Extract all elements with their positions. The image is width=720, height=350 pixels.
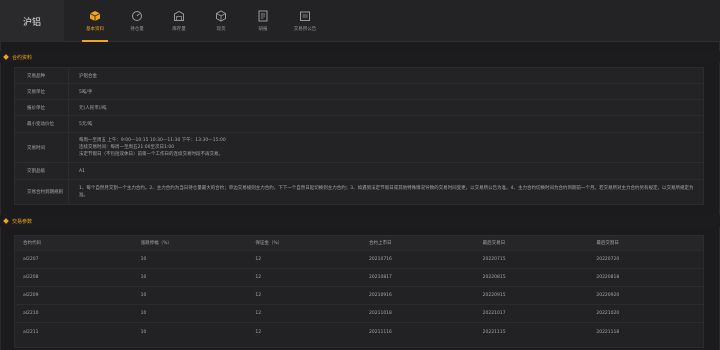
info-key: 交割品级 xyxy=(15,163,69,179)
table-cell: 12 xyxy=(255,257,262,262)
section-title: 合约资料 xyxy=(12,54,33,61)
gauge-icon xyxy=(132,11,142,21)
box-icon xyxy=(216,10,226,22)
info-value: 沪铝合金 xyxy=(79,73,97,79)
table-cell: al2211 xyxy=(23,329,39,335)
column-header: 合约上市日 xyxy=(369,241,392,246)
info-value: 5吨/手 xyxy=(79,89,93,95)
table-cell: 20211018 xyxy=(369,311,392,316)
table-cell: 20221118 xyxy=(596,329,620,335)
info-key: 报价单位 xyxy=(15,100,69,115)
table-cell: 10 xyxy=(140,257,147,262)
nav-label: 基本资料 xyxy=(86,27,104,32)
trading-time-line: 连续交易时间：每周一至周五21:00至次日1:00 xyxy=(79,145,175,150)
info-row: 报价单位 元(人民币)/吨 xyxy=(15,100,703,116)
table-cell: 20221020 xyxy=(596,311,620,316)
section-header-params: 交易参数 xyxy=(0,215,720,227)
column-header: 保证金（%） xyxy=(255,241,283,246)
info-row: 交易时间 每周一至周五 上午：9:00—10:15 10:30—11:30 下午… xyxy=(15,133,703,163)
table-cell: al2208 xyxy=(23,275,39,280)
table-cell: 20221115 xyxy=(482,329,506,335)
section-title: 交易参数 xyxy=(12,218,33,225)
info-value: 每周一至周五 上午：9:00—10:15 10:30—11:30 下午：13:3… xyxy=(69,133,703,162)
nav-label: 持仓量 xyxy=(130,27,144,32)
info-value: 元(人民币)/吨 xyxy=(79,105,107,111)
nav-basic-info[interactable]: 基本资料 xyxy=(74,0,116,42)
column-header: 涨跌停幅（%） xyxy=(140,241,172,246)
table-cell: 20210716 xyxy=(369,257,392,262)
top-bar: 沪铝 基本资料 持仓量 库存量 现货 研报 交易所公告 xyxy=(0,0,720,42)
table-cell: 20210916 xyxy=(369,293,392,298)
table-cell: 20220818 xyxy=(596,275,620,280)
table-cell: 20220920 xyxy=(596,293,620,298)
info-value: 5元/吨 xyxy=(79,122,93,127)
table-cell: al2207 xyxy=(23,257,39,262)
nav-exchange-notice[interactable]: 交易所公告 xyxy=(284,0,326,42)
info-key: 交易品种 xyxy=(15,68,69,83)
params-header-row: 合约代码 涨跌停幅（%） 保证金（%） 合约上市日 最后交易日 最后交割日 xyxy=(15,236,703,251)
table-row[interactable]: al2209 10 12 20210916 20220915 20220920 xyxy=(15,287,703,305)
table-row[interactable]: al2208 10 12 20210817 20220815 20220818 xyxy=(15,269,703,287)
table-cell: 20220815 xyxy=(482,275,506,280)
nav-spot[interactable]: 现货 xyxy=(200,0,242,42)
info-row: 最小变动价位 5元/吨 xyxy=(15,116,703,133)
contract-info-table: 交易品种 沪铝合金 交易单位 5吨/手 报价单位 元(人民币)/吨 最小变动价位… xyxy=(14,67,704,205)
table-cell: 20221017 xyxy=(482,311,506,316)
table-cell: 10 xyxy=(140,293,147,298)
info-key: 最小变动价位 xyxy=(15,116,69,132)
column-header: 最后交割日 xyxy=(596,241,619,246)
table-cell: 10 xyxy=(140,311,147,316)
info-value: A1 xyxy=(79,168,85,174)
table-row[interactable]: al2210 10 12 20211018 20221017 20221020 xyxy=(15,305,703,323)
notice-icon xyxy=(300,11,310,21)
nav-label: 研报 xyxy=(258,27,268,32)
trading-time-line: 每周一至周五 上午：9:00—10:15 10:30—11:30 下午：13:3… xyxy=(79,138,226,143)
nav-label: 交易所公告 xyxy=(293,27,317,32)
table-cell: 20210817 xyxy=(369,275,392,280)
table-cell: 20211116 xyxy=(369,329,392,335)
nav-label: 库存量 xyxy=(172,27,186,32)
table-cell: 10 xyxy=(140,329,147,335)
section-marker-icon xyxy=(3,218,9,224)
info-key: 交易合约到期规则 xyxy=(15,180,69,204)
info-key: 交易单位 xyxy=(15,84,69,99)
info-row: 交易单位 5吨/手 xyxy=(15,84,703,100)
table-row[interactable]: al2211 10 12 20211116 20221115 20221118 xyxy=(15,323,703,341)
nav-open-interest[interactable]: 持仓量 xyxy=(116,0,158,42)
section-marker-icon xyxy=(3,54,9,60)
nav-research[interactable]: 研报 xyxy=(242,0,284,42)
app-window: 沪铝 基本资料 持仓量 库存量 现货 研报 交易所公告 合约资料 交易品种 沪铝… xyxy=(0,0,720,350)
table-cell: al2209 xyxy=(23,293,39,298)
main-nav: 基本资料 持仓量 库存量 现货 研报 交易所公告 xyxy=(74,0,326,42)
table-cell: 12 xyxy=(255,311,262,316)
brand-title: 沪铝 xyxy=(0,0,64,42)
info-row: 交割品级 A1 xyxy=(15,163,703,180)
table-cell: 12 xyxy=(255,293,262,298)
info-value: 1、每个自然月交割一个主力合约。2、主力合约为当日持仓量最大的合约；单边交易规则… xyxy=(79,186,694,198)
column-header: 最后交易日 xyxy=(482,241,506,246)
nav-label: 现货 xyxy=(216,27,226,32)
table-cell: 20220715 xyxy=(482,257,506,262)
table-cell: 12 xyxy=(255,329,262,335)
table-cell: al2210 xyxy=(23,311,39,316)
cube-icon xyxy=(89,11,101,21)
column-header: 合约代码 xyxy=(23,241,41,246)
warehouse-icon xyxy=(174,10,184,21)
table-cell: 20220915 xyxy=(482,293,506,298)
section-header-contract: 合约资料 xyxy=(0,51,720,63)
info-row: 交易合约到期规则 1、每个自然月交割一个主力合约。2、主力合约为当日持仓量最大的… xyxy=(15,180,703,204)
nav-inventory[interactable]: 库存量 xyxy=(158,0,200,42)
info-row: 交易品种 沪铝合金 xyxy=(15,68,703,84)
table-cell: 12 xyxy=(255,275,262,280)
params-table: 合约代码 涨跌停幅（%） 保证金（%） 合约上市日 最后交易日 最后交割日 al… xyxy=(14,235,704,348)
table-row[interactable]: al2207 10 12 20210716 20220715 20220720 xyxy=(15,251,703,269)
table-cell: 20220720 xyxy=(596,257,620,262)
table-cell: 10 xyxy=(140,275,147,280)
info-key: 交易时间 xyxy=(15,133,69,162)
document-icon xyxy=(258,10,268,22)
trading-time-line: 法定节假日（不包括双休日）前第一个工作日的连续交易时段不再交易。 xyxy=(79,152,223,157)
